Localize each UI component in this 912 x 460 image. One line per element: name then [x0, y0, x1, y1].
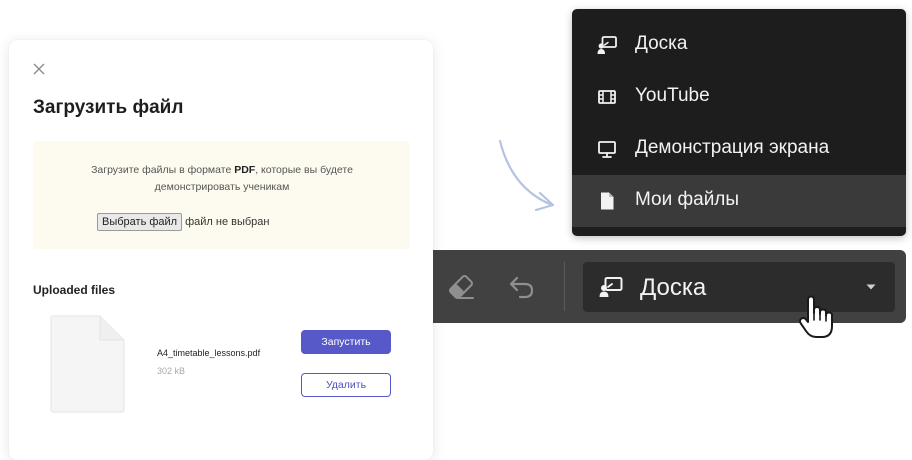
- upload-hint: Загрузите файлы в формате PDF, которые в…: [67, 162, 377, 196]
- launch-button[interactable]: Запустить: [301, 330, 391, 354]
- mode-select-dropdown[interactable]: Доска: [583, 262, 895, 312]
- pdf-file-thumbnail-icon: [50, 315, 125, 413]
- toolbar-divider: [564, 262, 565, 311]
- modal-title: Загрузить файл: [33, 97, 184, 118]
- menu-item-youtube[interactable]: YouTube: [572, 71, 906, 123]
- caret-down-icon: [866, 284, 876, 290]
- file-name: A4_timetable_lessons.pdf: [157, 348, 261, 358]
- eraser-icon[interactable]: [445, 271, 477, 303]
- whiteboard-icon: [599, 277, 623, 297]
- menu-item-label: YouTube: [635, 85, 710, 106]
- upload-dropzone[interactable]: Загрузите файлы в формате PDF, которые в…: [33, 141, 410, 249]
- monitor-icon: [598, 141, 616, 158]
- current-mode-label: Доска: [640, 274, 707, 301]
- whiteboard-icon: [597, 36, 617, 54]
- menu-item-board[interactable]: Доска: [572, 19, 906, 71]
- undo-icon[interactable]: [505, 271, 537, 303]
- choose-file-button[interactable]: Выбрать файл: [97, 213, 183, 231]
- file-icon: [601, 192, 614, 210]
- uploaded-files-title: Uploaded files: [33, 283, 116, 297]
- menu-item-label: Мои файлы: [635, 189, 740, 210]
- file-size: 302 kB: [157, 366, 186, 376]
- menu-item-screen-share[interactable]: Демонстрация экрана: [572, 123, 906, 175]
- hint-format: PDF: [234, 164, 256, 176]
- film-icon: [598, 90, 616, 104]
- hand-pointer-cursor-icon: [798, 295, 833, 338]
- delete-button[interactable]: Удалить: [301, 373, 391, 397]
- pointer-arrow-icon: [498, 139, 555, 212]
- mode-menu: Доска YouTube Демонстрация экрана Мои фа…: [572, 9, 906, 236]
- no-file-text: файл не выбран: [185, 216, 270, 228]
- file-input-row: Выбрать файл файл не выбран: [97, 213, 270, 231]
- menu-item-my-files[interactable]: Мои файлы: [572, 175, 906, 227]
- hint-prefix: Загрузите файлы в формате: [91, 164, 235, 176]
- menu-item-label: Доска: [635, 33, 688, 54]
- close-icon[interactable]: [32, 62, 46, 76]
- upload-modal: Загрузить файл Загрузите файлы в формате…: [9, 40, 433, 460]
- menu-item-label: Демонстрация экрана: [635, 137, 830, 158]
